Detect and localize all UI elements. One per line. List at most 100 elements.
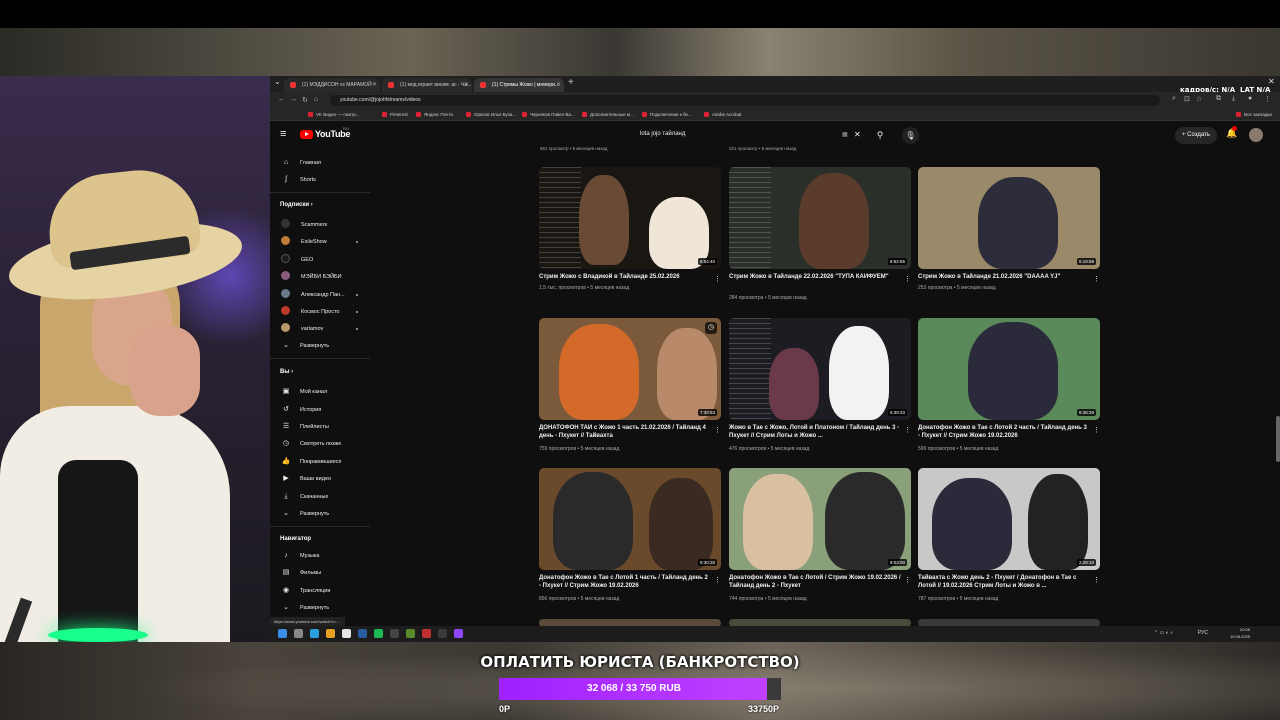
spotify-icon[interactable] — [374, 629, 383, 638]
sidebar-item-downloads[interactable]: ⤓ Скачанные — [280, 490, 368, 504]
sidebar-item-music[interactable]: ♪ Музыка — [280, 549, 368, 563]
video-card[interactable]: 5:39:33 Жожо в Тае с Жожо, Лотой и Плато… — [729, 318, 915, 468]
video-thumbnail[interactable]: 8:52:55 — [729, 167, 911, 269]
browser-tab[interactable]: (1) мод играет висим: ас - Ча... ✕ — [382, 78, 472, 92]
home-icon[interactable]: ⌂ — [314, 96, 318, 103]
sidebar-item-my-channel[interactable]: ▣ Мой канал — [280, 385, 368, 399]
video-title[interactable]: Тайвахта с Жожо день 2 - Пхукет / Донато… — [918, 574, 1090, 590]
video-thumbnail[interactable]: 5:39:33 — [729, 318, 911, 420]
more-options-icon[interactable]: ⋮ — [904, 275, 911, 283]
video-thumbnail[interactable]: ◷ 7:30:53 — [539, 318, 721, 420]
bookmark-link[interactable]: Подключение к бе... — [642, 110, 692, 120]
profile-icon[interactable]: ● — [1248, 95, 1252, 102]
close-tab-icon[interactable]: ✕ — [556, 78, 561, 92]
video-thumbnail[interactable]: 9:38:26 — [918, 318, 1100, 420]
app-icon[interactable] — [406, 629, 415, 638]
search-input[interactable]: lota jojo тайланд — [640, 131, 685, 137]
more-options-icon[interactable]: ⋮ — [904, 426, 911, 434]
video-card[interactable]: ◷ 7:30:53 ДОНАТОФОН ТАЙ с Жожо 1 часть 2… — [539, 318, 725, 468]
app-icon[interactable] — [422, 629, 431, 638]
more-options-icon[interactable]: ⋮ — [904, 576, 911, 584]
clear-search-icon[interactable]: ✕ — [854, 130, 861, 139]
start-icon[interactable] — [278, 629, 287, 638]
video-title[interactable]: ДОНАТОФОН ТАЙ с Жожо 1 часть 21.02.2026 … — [539, 424, 711, 440]
sidebar-item-channel[interactable]: GEO — [280, 253, 368, 267]
more-options-icon[interactable]: ⋮ — [1093, 576, 1100, 584]
obs-icon[interactable] — [438, 629, 447, 638]
sidebar-item-channel[interactable]: Scammers — [280, 218, 368, 232]
video-title[interactable]: Донатофон Жожо в Тае с Лотой 2 часть / Т… — [918, 424, 1090, 440]
menu-icon[interactable]: ⋮ — [1264, 95, 1271, 103]
extensions-icon[interactable]: ⧉ — [1216, 95, 1221, 103]
zoom-icon[interactable]: ⌕ — [1172, 95, 1176, 103]
close-tab-icon[interactable]: ✕ — [464, 78, 469, 92]
keyboard-icon[interactable]: ▦ — [842, 131, 848, 138]
hamburger-menu-icon[interactable]: ≡ — [280, 129, 286, 140]
video-thumbnail[interactable]: 6:54:40 — [539, 167, 721, 269]
clock-time[interactable]: 20:05 — [1240, 627, 1250, 632]
bookmark-link[interactable]: Дополнительные м... — [582, 110, 634, 120]
bookmark-star-icon[interactable]: ☆ — [1196, 95, 1202, 103]
browser-tab-active[interactable]: (1) Стримы Жожо | мемори... ✕ — [474, 78, 564, 92]
close-window-icon[interactable]: ✕ — [1268, 77, 1275, 86]
sidebar-item-playlists[interactable]: ☰ Плейлисты — [280, 420, 368, 434]
new-tab-icon[interactable]: + — [568, 77, 574, 88]
chrome-icon[interactable] — [342, 629, 351, 638]
video-card[interactable]: 5:19:58 Стрим Жожо в Тайланде 21.02.2026… — [918, 167, 1104, 317]
sidebar-item-films[interactable]: ▤ Фильмы — [280, 566, 368, 580]
sidebar-item-live[interactable]: ◉ Трансляции — [280, 584, 368, 598]
folder-icon[interactable] — [326, 629, 335, 638]
sidebar-expand-subs[interactable]: ⌄ Развернуть — [280, 339, 368, 353]
you-header[interactable]: Вы › — [280, 369, 293, 375]
video-card[interactable]: 6:54:40 Стрим Жожо с Владикой в Тайланде… — [539, 167, 725, 317]
bookmark-link[interactable]: Черняков Павел Ва... — [522, 110, 575, 120]
sidebar-item-channel[interactable]: ExileShow — [280, 235, 368, 249]
sidebar-item-channel[interactable]: varlamov — [280, 322, 368, 336]
bookmark-link[interactable]: Adobe Acrobat — [704, 110, 742, 120]
sidebar-item-shorts[interactable]: ʃ Shorts — [280, 173, 368, 187]
video-title[interactable]: Стрим Жожо в Тайланде 22.02.2026 "ТУПА К… — [729, 273, 901, 281]
page-scrollbar[interactable] — [1276, 416, 1280, 462]
sidebar-expand-you[interactable]: ⌄ Развернуть — [280, 507, 368, 521]
clock-date[interactable]: 19.08.2025 — [1230, 634, 1250, 639]
install-icon[interactable]: ⊡ — [1184, 95, 1190, 103]
browser-tab[interactable]: (1) МЭДДИСОН vs МАРАМОЙ ✕ — [284, 78, 380, 92]
video-thumbnail[interactable]: 9:30:26 — [539, 468, 721, 570]
create-button[interactable]: + Создать — [1175, 127, 1217, 144]
video-title[interactable]: Стрим Жожо с Владикой в Тайланде 25.02.2… — [539, 273, 711, 281]
sidebar-item-channel[interactable]: Александр Пан... — [280, 288, 368, 302]
youtube-logo-icon[interactable] — [300, 130, 313, 139]
bookmark-link[interactable]: VK Видео — смотр... — [308, 110, 359, 120]
video-card[interactable]: 2:29:10 Тайвахта с Жожо день 2 - Пхукет … — [918, 468, 1104, 618]
back-icon[interactable]: ← — [278, 96, 285, 103]
video-title[interactable]: Стрим Жожо в Тайланде 21.02.2026 "DAAAA … — [918, 273, 1090, 281]
video-thumbnail[interactable]: 5:19:58 — [918, 167, 1100, 269]
video-card[interactable]: 9:38:26 Донатофон Жожо в Тае с Лотой 2 ч… — [918, 318, 1104, 468]
sidebar-expand-nav[interactable]: ⌄ Развернуть — [280, 601, 368, 615]
sidebar-item-your-videos[interactable]: ▶ Ваши видео — [280, 472, 368, 486]
video-thumbnail[interactable]: 9:03:00 — [729, 468, 911, 570]
sidebar-item-channel[interactable]: МЭЙБИ БЭЙБИ — [280, 270, 368, 284]
avatar[interactable] — [1249, 128, 1263, 142]
search-icon[interactable] — [294, 629, 303, 638]
bookmark-link[interactable]: Pinterest — [382, 110, 408, 120]
edge-icon[interactable] — [310, 629, 319, 638]
video-title[interactable]: Донатофон Жожо в Тае с Лотой / Стрим Жож… — [729, 574, 901, 590]
search-box[interactable]: lota jojo тайланд ▦ ✕ — [626, 127, 866, 144]
close-tab-icon[interactable]: ✕ — [372, 78, 377, 92]
video-title[interactable]: Жожо в Тае с Жожо, Лотой и Платоном / Та… — [729, 424, 901, 440]
search-icon[interactable]: ⚲ — [868, 127, 892, 144]
subscriptions-header[interactable]: Подписки › — [280, 202, 313, 208]
all-bookmarks-link[interactable]: Все закладки — [1236, 110, 1272, 120]
more-options-icon[interactable]: ⋮ — [714, 426, 721, 434]
watch-later-icon[interactable]: ◷ — [705, 322, 717, 334]
bookmark-link[interactable]: Орехов Илья Буза... — [466, 110, 516, 120]
sidebar-item-history[interactable]: ↺ История — [280, 403, 368, 417]
more-options-icon[interactable]: ⋮ — [1093, 275, 1100, 283]
video-card[interactable]: 8:52:55 Стрим Жожо в Тайланде 22.02.2026… — [729, 167, 915, 317]
voice-search-icon[interactable]: 🎙 — [902, 127, 919, 144]
language-indicator[interactable]: РУС — [1198, 630, 1208, 636]
sidebar-item-liked[interactable]: 👍 Понравившиеся — [280, 455, 368, 469]
downloads-icon[interactable]: ⤓ — [1232, 95, 1235, 103]
url-field[interactable]: youtube.com/@jojohfstreams/videos — [330, 95, 1160, 106]
